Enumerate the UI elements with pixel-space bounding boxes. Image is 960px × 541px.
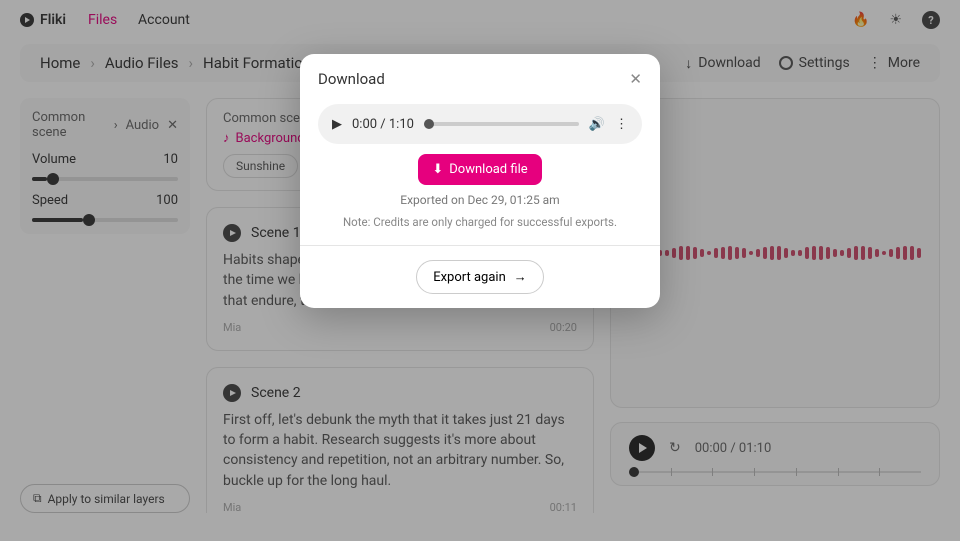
- audio-track[interactable]: [424, 122, 579, 126]
- arrow-right-icon: →: [514, 269, 527, 285]
- modal-close-icon[interactable]: ✕: [629, 70, 642, 88]
- volume-icon[interactable]: 🔊: [589, 117, 605, 132]
- download-modal: Download ✕ 0:00 / 1:10 🔊 ⋮ ⬇Download fil…: [300, 54, 660, 308]
- audio-time: 0:00 / 1:10: [352, 117, 414, 132]
- audio-play-icon[interactable]: [332, 117, 342, 132]
- audio-menu-icon[interactable]: ⋮: [615, 117, 628, 132]
- credits-note: Note: Credits are only charged for succe…: [343, 215, 617, 229]
- modal-overlay[interactable]: Download ✕ 0:00 / 1:10 🔊 ⋮ ⬇Download fil…: [0, 0, 960, 541]
- export-again-button[interactable]: Export again→: [416, 260, 544, 294]
- exported-text: Exported on Dec 29, 01:25 am: [400, 193, 559, 207]
- modal-title: Download: [318, 70, 385, 88]
- audio-player[interactable]: 0:00 / 1:10 🔊 ⋮: [318, 104, 642, 144]
- download-file-button[interactable]: ⬇Download file: [418, 154, 541, 185]
- download-icon: ⬇: [432, 162, 443, 177]
